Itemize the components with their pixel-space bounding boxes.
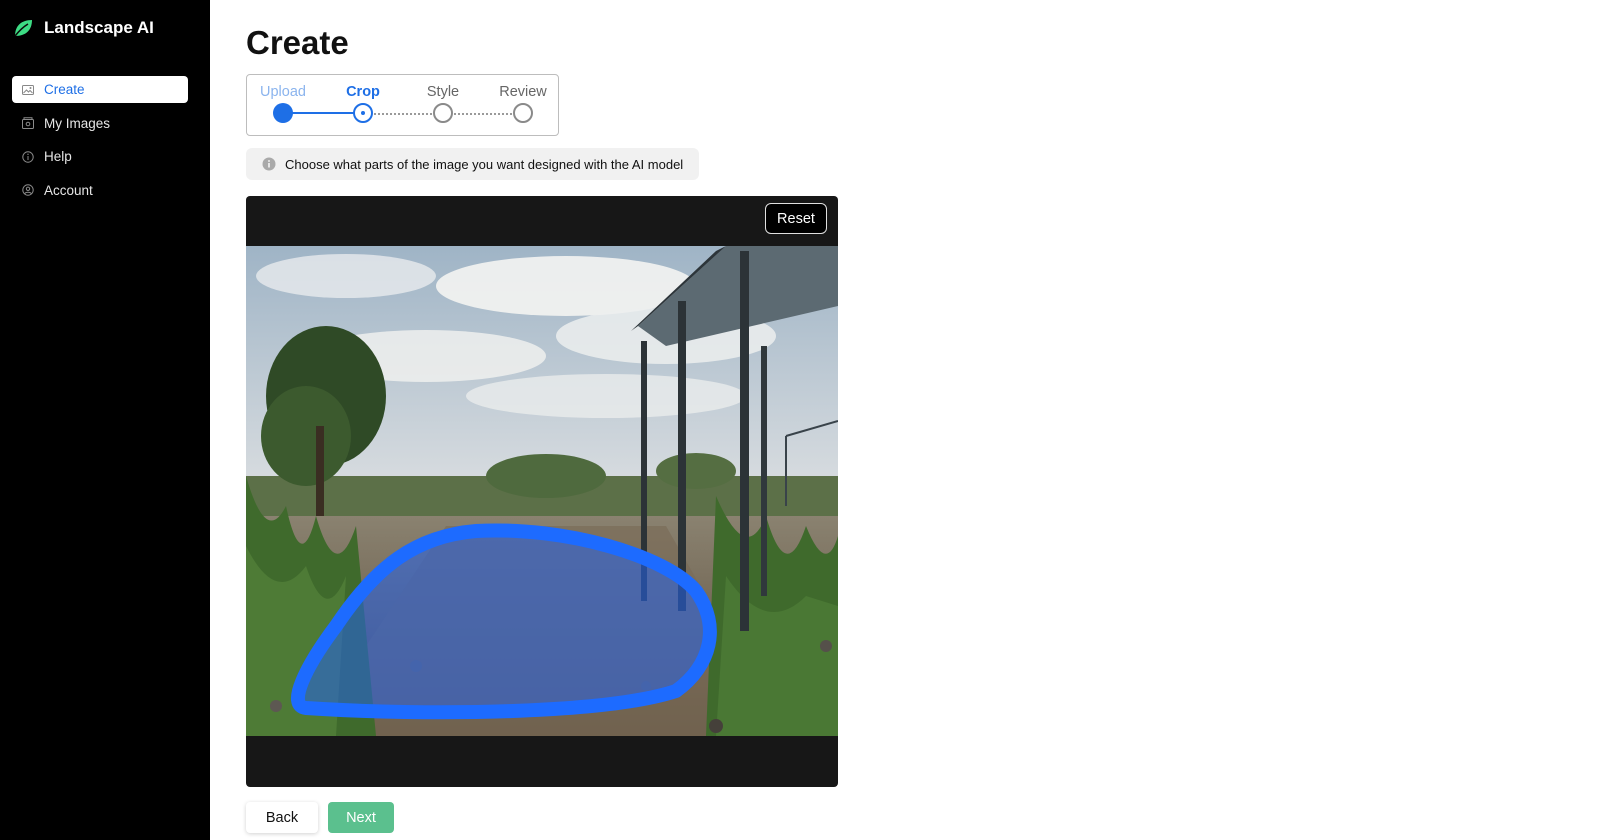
step-crop-label[interactable]: Crop: [346, 84, 380, 100]
back-button[interactable]: Back: [246, 802, 318, 833]
sidebar-nav: Create My Images Help Account: [12, 76, 188, 210]
stepper-line-pending: [443, 113, 523, 115]
reset-button[interactable]: Reset: [765, 203, 827, 234]
user-circle-icon: [22, 184, 34, 196]
sidebar-item-label: My Images: [44, 115, 111, 131]
info-icon: [262, 157, 276, 171]
step-crop-dot[interactable]: [353, 103, 373, 123]
leaf-logo-icon: [14, 20, 32, 37]
stepper-line-complete: [283, 112, 363, 114]
sidebar-item-my-images[interactable]: My Images: [12, 110, 188, 137]
sidebar-item-account[interactable]: Account: [12, 177, 188, 204]
step-review-label[interactable]: Review: [499, 84, 547, 100]
sidebar-item-help[interactable]: Help: [12, 143, 188, 170]
page-title: Create: [246, 24, 349, 61]
sidebar-item-create[interactable]: Create: [12, 76, 188, 103]
app-name: Landscape AI: [44, 18, 154, 37]
sidebar: Landscape AI Create My Images Help Accou…: [0, 0, 210, 840]
image-icon: [22, 84, 34, 96]
sidebar-item-label: Create: [44, 82, 85, 97]
step-review-dot[interactable]: [513, 103, 533, 123]
step-style-label[interactable]: Style: [427, 84, 459, 100]
gallery-icon: [22, 117, 34, 129]
info-banner: Choose what parts of the image you want …: [246, 148, 700, 180]
sidebar-item-label: Account: [44, 182, 93, 198]
info-circle-icon: [22, 150, 34, 163]
image-editor-canvas[interactable]: Reset: [246, 196, 838, 787]
sidebar-item-label: Help: [44, 149, 72, 164]
progress-stepper: Upload Crop Style Review: [246, 74, 559, 136]
next-button[interactable]: Next: [328, 802, 394, 833]
info-text: Choose what parts of the image you want …: [285, 156, 684, 172]
step-upload-dot[interactable]: [273, 103, 293, 123]
brand[interactable]: Landscape AI: [12, 17, 154, 39]
landscape-photo[interactable]: [246, 246, 838, 736]
step-style-dot[interactable]: [433, 103, 453, 123]
stepper-line-pending: [363, 113, 443, 115]
step-upload-label[interactable]: Upload: [260, 84, 306, 100]
